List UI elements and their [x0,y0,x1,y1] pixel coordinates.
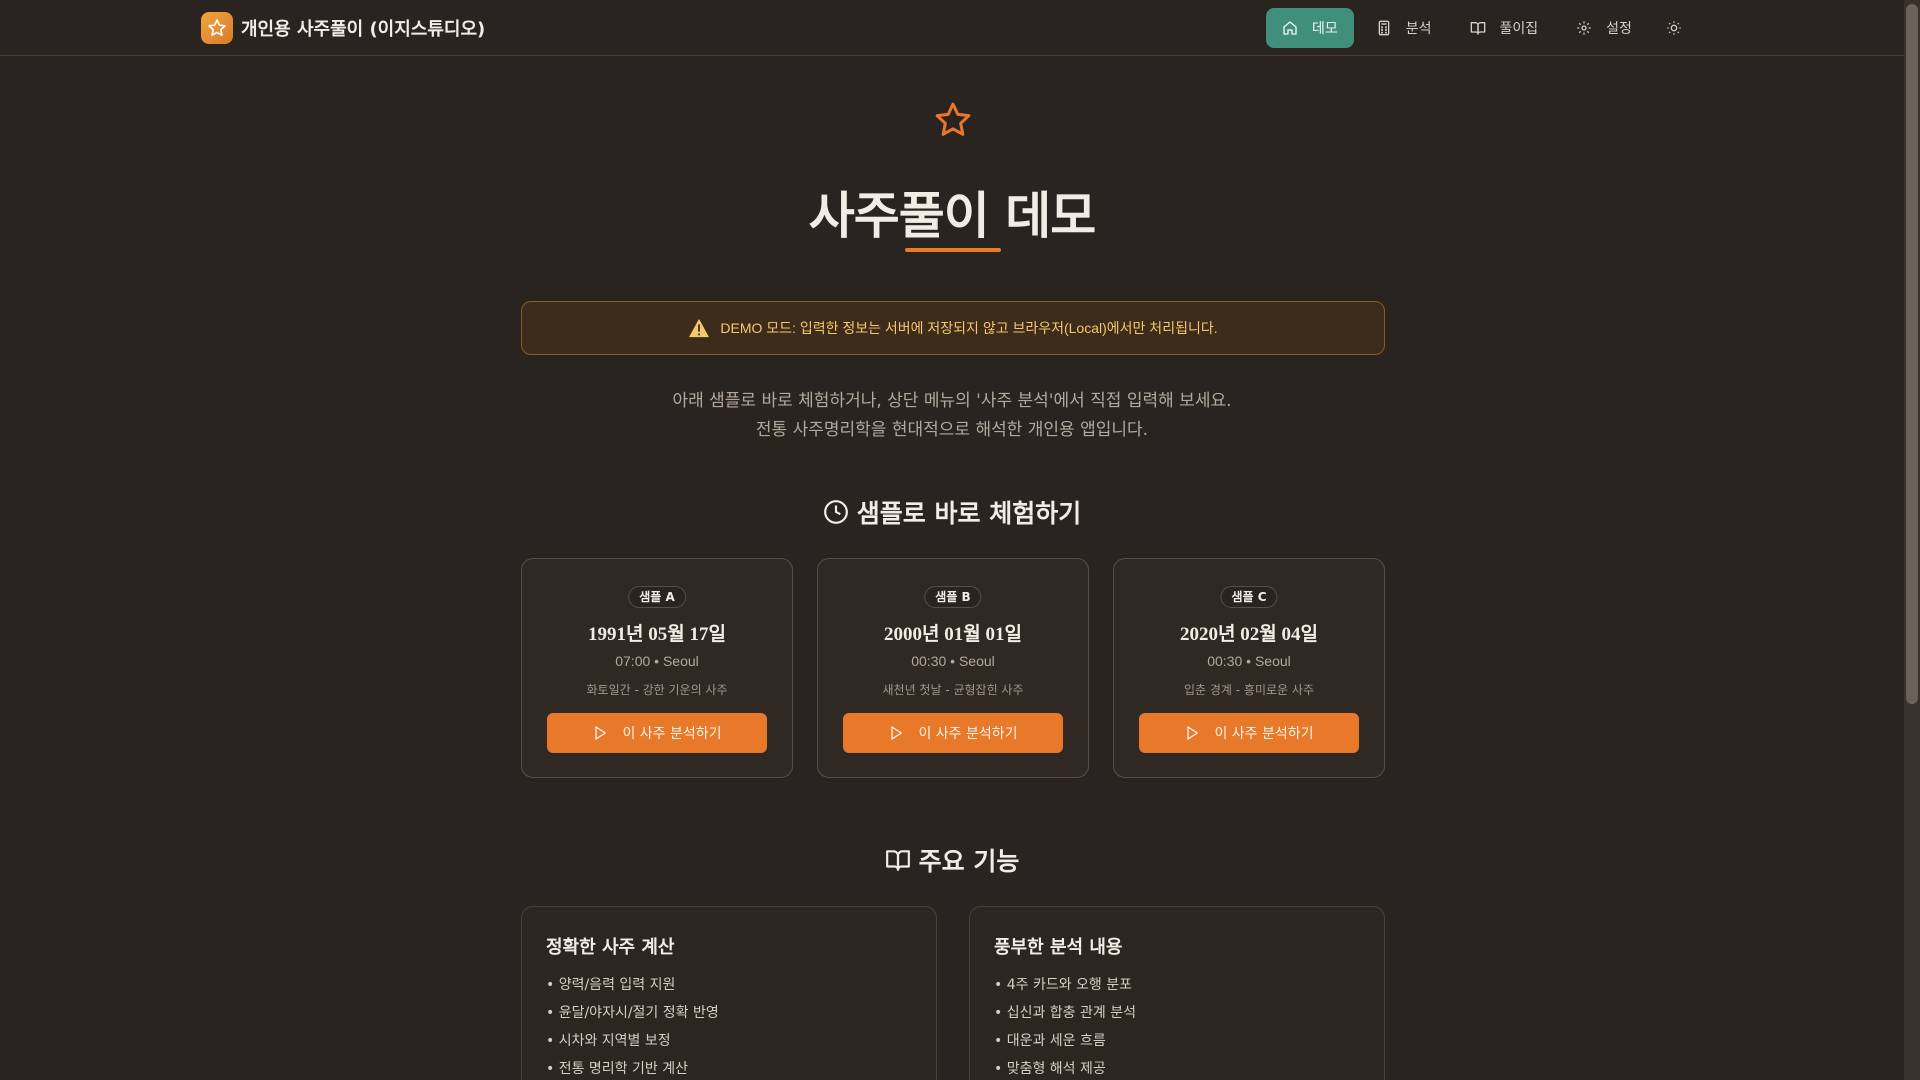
intro-line-2: 전통 사주명리학을 현대적으로 해석한 개인용 앱입니다. [755,420,1149,440]
feature-list: • 양력/음력 입력 지원 • 윤달/야자시/절기 정확 반영 • 시차와 지역… [546,975,719,1080]
sample-badge: 샘플 A [628,586,686,608]
feature-title: 정확한 사주 계산 [546,937,675,958]
list-item: • 대운과 세운 흐름 [994,1033,1106,1049]
nav-guidebook[interactable]: 풀이집 [1454,8,1555,48]
intro-line-1: 아래 샘플로 바로 체험하거나, 상단 메뉴의 '사주 분석'에서 직접 입력해… [672,391,1232,411]
brand[interactable]: 개인용 사주풀이 (이지스튜디오) [201,12,485,44]
sample-card-c: 샘플 C 2020년 02월 04일 00:30 • Seoul 입춘 경계 -… [1113,558,1385,778]
nav-analysis-label: 분석 [1405,21,1432,37]
scrollbar-thumb[interactable] [1906,4,1918,704]
home-icon [1283,21,1297,35]
star-icon [201,12,233,44]
play-icon [891,726,903,740]
sample-date: 2000년 01월 01일 [884,624,1022,645]
feature-card-calculation: 정확한 사주 계산 • 양력/음력 입력 지원 • 윤달/야자시/절기 정확 반… [521,906,937,1080]
page-title: 사주풀이 데모 [808,187,1096,245]
list-item: • 시차와 지역별 보정 [546,1033,671,1049]
nav-settings-label: 설정 [1606,21,1632,37]
demo-mode-banner: DEMO 모드: 입력한 정보는 서버에 저장되지 않고 브라우저(Local)… [521,301,1385,355]
calculator-icon [1378,20,1390,36]
play-icon [595,726,607,740]
book-icon [1470,22,1485,35]
list-item: • 윤달/야자시/절기 정확 반영 [546,1005,719,1021]
title-underline [905,248,1001,252]
sample-badge: 샘플 B [924,586,982,608]
nav-guidebook-label: 풀이집 [1499,21,1539,37]
nav-demo[interactable]: 데모 [1266,8,1354,48]
top-navbar: 개인용 사주풀이 (이지스튜디오) 데모 분석 풀이집 설정 [0,0,1904,56]
intro-text: 아래 샘플로 바로 체험하거나, 상단 메뉴의 '사주 분석'에서 직접 입력해… [0,387,1904,445]
sample-time: 07:00 • Seoul [615,653,699,669]
analyze-sample-label: 이 사주 분석하기 [918,726,1018,742]
theme-toggle-button[interactable] [1654,8,1694,48]
sample-date: 1991년 05월 17일 [588,624,726,645]
feature-card-analysis: 풍부한 분석 내용 • 4주 카드와 오행 분포 • 십신과 합충 관계 분석 … [969,906,1385,1080]
demo-banner-text: DEMO 모드: 입력한 정보는 서버에 저장되지 않고 브라우저(Local)… [720,320,1218,336]
sun-icon [1667,21,1681,35]
sample-date: 2020년 02월 04일 [1180,624,1318,645]
star-icon [935,102,971,136]
list-item: • 4주 카드와 오행 분포 [994,977,1133,993]
sample-time: 00:30 • Seoul [911,653,995,669]
main-nav: 데모 분석 풀이집 설정 [1266,8,1694,48]
analyze-sample-label: 이 사주 분석하기 [622,726,722,742]
list-item: • 전통 명리학 기반 계산 [546,1061,688,1077]
list-item: • 맞춤형 해석 제공 [994,1061,1106,1077]
sample-card-b: 샘플 B 2000년 01월 01일 00:30 • Seoul 새천년 첫날 … [817,558,1089,778]
sample-description: 새천년 첫날 - 균형잡힌 사주 [882,683,1024,697]
warning-icon [689,318,710,338]
samples-heading-text: 샘플로 바로 체험하기 [856,499,1082,528]
feature-title: 풍부한 분석 내용 [994,937,1123,958]
sample-description: 입춘 경계 - 흥미로운 사주 [1184,683,1314,697]
nav-analysis[interactable]: 분석 [1360,8,1448,48]
list-item: • 양력/음력 입력 지원 [546,977,676,993]
app-title: 개인용 사주풀이 (이지스튜디오) [241,19,486,40]
samples-heading: 샘플로 바로 체험하기 [0,494,1904,530]
page-scrollbar[interactable] [1904,0,1920,1080]
play-icon [1187,726,1199,740]
analyze-sample-label: 이 사주 분석하기 [1214,726,1314,742]
analyze-sample-button[interactable]: 이 사주 분석하기 [843,713,1063,753]
sample-time: 00:30 • Seoul [1207,653,1291,669]
analyze-sample-button[interactable]: 이 사주 분석하기 [547,713,767,753]
feature-list: • 4주 카드와 오행 분포 • 십신과 합충 관계 분석 • 대운과 세운 흐… [994,975,1136,1080]
sample-description: 화토일간 - 강한 기운의 사주 [586,683,728,697]
analyze-sample-button[interactable]: 이 사주 분석하기 [1139,713,1359,753]
list-item: • 십신과 합충 관계 분석 [994,1005,1136,1021]
sample-card-a: 샘플 A 1991년 05월 17일 07:00 • Seoul 화토일간 - … [521,558,793,778]
gear-icon [1577,21,1591,35]
nav-settings[interactable]: 설정 [1560,8,1648,48]
clock-icon [823,500,848,524]
nav-demo-label: 데모 [1312,21,1338,37]
book-icon [885,850,910,871]
features-heading: 주요 기능 [0,842,1904,878]
sample-badge: 샘플 C [1220,586,1278,608]
features-heading-text: 주요 기능 [918,847,1020,876]
